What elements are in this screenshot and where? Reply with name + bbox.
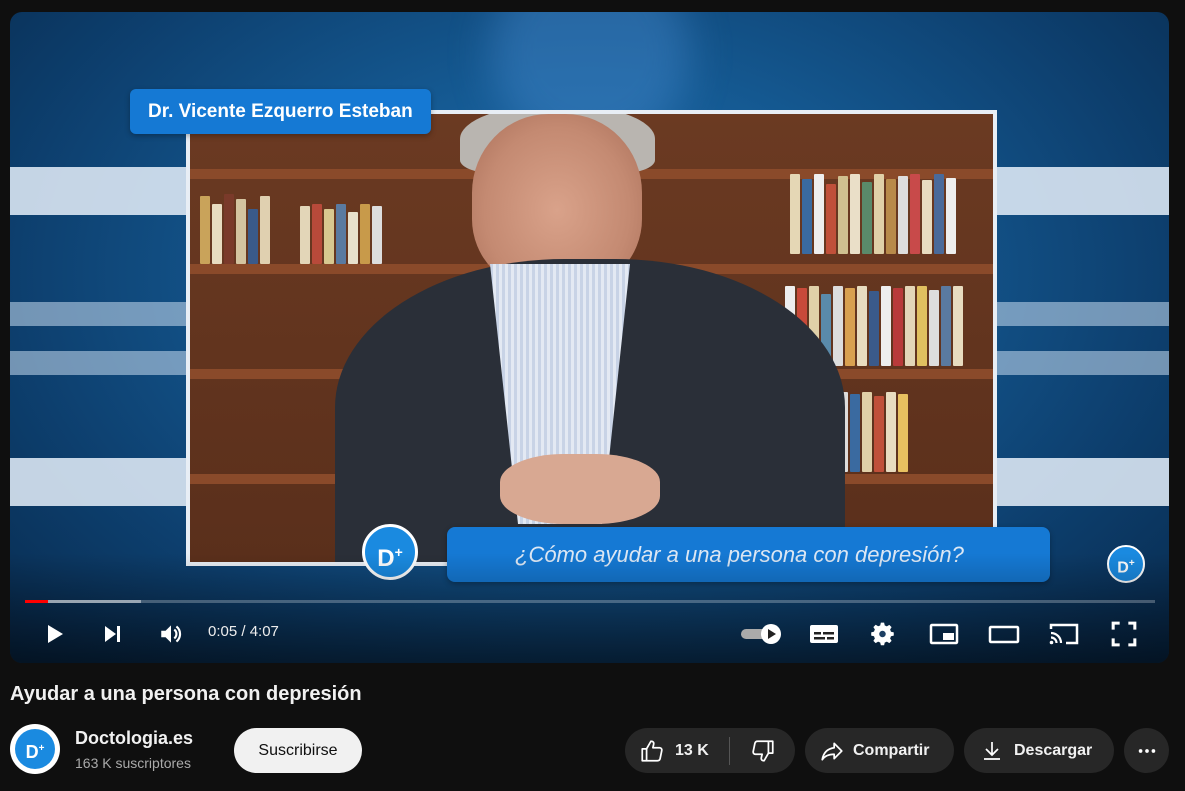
books bbox=[200, 194, 270, 264]
subscribe-button[interactable]: Suscribirse bbox=[234, 728, 362, 773]
interview-frame bbox=[186, 110, 997, 566]
subscriber-count: 163 K suscriptores bbox=[75, 755, 191, 771]
like-button[interactable]: 13 K bbox=[625, 728, 729, 773]
more-actions-button[interactable] bbox=[1124, 728, 1169, 773]
video-title: Ayudar a una persona con depresión bbox=[10, 683, 362, 705]
cast-button[interactable] bbox=[1046, 616, 1082, 652]
theater-mode-button[interactable] bbox=[986, 616, 1022, 652]
next-button[interactable] bbox=[94, 616, 130, 652]
time-display: 0:05 / 4:07 bbox=[208, 623, 279, 640]
logo-plus: + bbox=[38, 743, 45, 754]
more-horizontal-icon bbox=[1136, 740, 1158, 762]
speaker-name-tag: Dr. Vicente Ezquerro Esteban bbox=[130, 89, 431, 134]
fullscreen-icon bbox=[1111, 621, 1137, 647]
progress-bar[interactable] bbox=[25, 600, 1155, 603]
volume-button[interactable] bbox=[153, 616, 189, 652]
channel-avatar[interactable]: D+ bbox=[10, 724, 60, 774]
miniplayer-icon bbox=[929, 623, 959, 645]
share-label: Compartir bbox=[853, 741, 930, 759]
channel-name[interactable]: Doctologia.es bbox=[75, 728, 193, 749]
fullscreen-button[interactable] bbox=[1106, 616, 1142, 652]
person-hands bbox=[500, 454, 660, 524]
books bbox=[300, 204, 382, 264]
settings-button[interactable] bbox=[866, 616, 902, 652]
dislike-button[interactable] bbox=[730, 728, 795, 773]
share-button[interactable]: Compartir bbox=[805, 728, 954, 773]
thumbs-down-icon bbox=[750, 738, 776, 764]
autoplay-toggle-icon bbox=[741, 624, 781, 644]
subtitles-button[interactable] bbox=[806, 616, 842, 652]
miniplayer-button[interactable] bbox=[926, 616, 962, 652]
avatar-logo-icon: D+ bbox=[15, 729, 55, 769]
theater-mode-icon bbox=[988, 625, 1020, 644]
progress-played bbox=[25, 600, 48, 603]
play-button[interactable] bbox=[36, 616, 72, 652]
like-count: 13 K bbox=[675, 741, 709, 759]
video-player[interactable]: Dr. Vicente Ezquerro Esteban ¿Cómo ayuda… bbox=[10, 12, 1169, 663]
share-arrow-icon bbox=[819, 738, 845, 764]
download-icon bbox=[980, 739, 1004, 763]
books bbox=[790, 174, 956, 254]
cast-icon bbox=[1049, 623, 1079, 645]
download-button[interactable]: Descargar bbox=[964, 728, 1114, 773]
like-dislike-group: 13 K bbox=[625, 728, 795, 773]
settings-gear-icon bbox=[871, 622, 894, 646]
play-icon bbox=[48, 625, 63, 643]
volume-icon bbox=[161, 625, 182, 643]
thumbs-up-icon bbox=[639, 738, 665, 764]
logo-letter: D bbox=[25, 742, 39, 762]
download-label: Descargar bbox=[1014, 741, 1093, 759]
next-icon bbox=[105, 626, 120, 642]
autoplay-toggle[interactable] bbox=[737, 616, 787, 652]
subtitles-icon bbox=[810, 625, 838, 643]
